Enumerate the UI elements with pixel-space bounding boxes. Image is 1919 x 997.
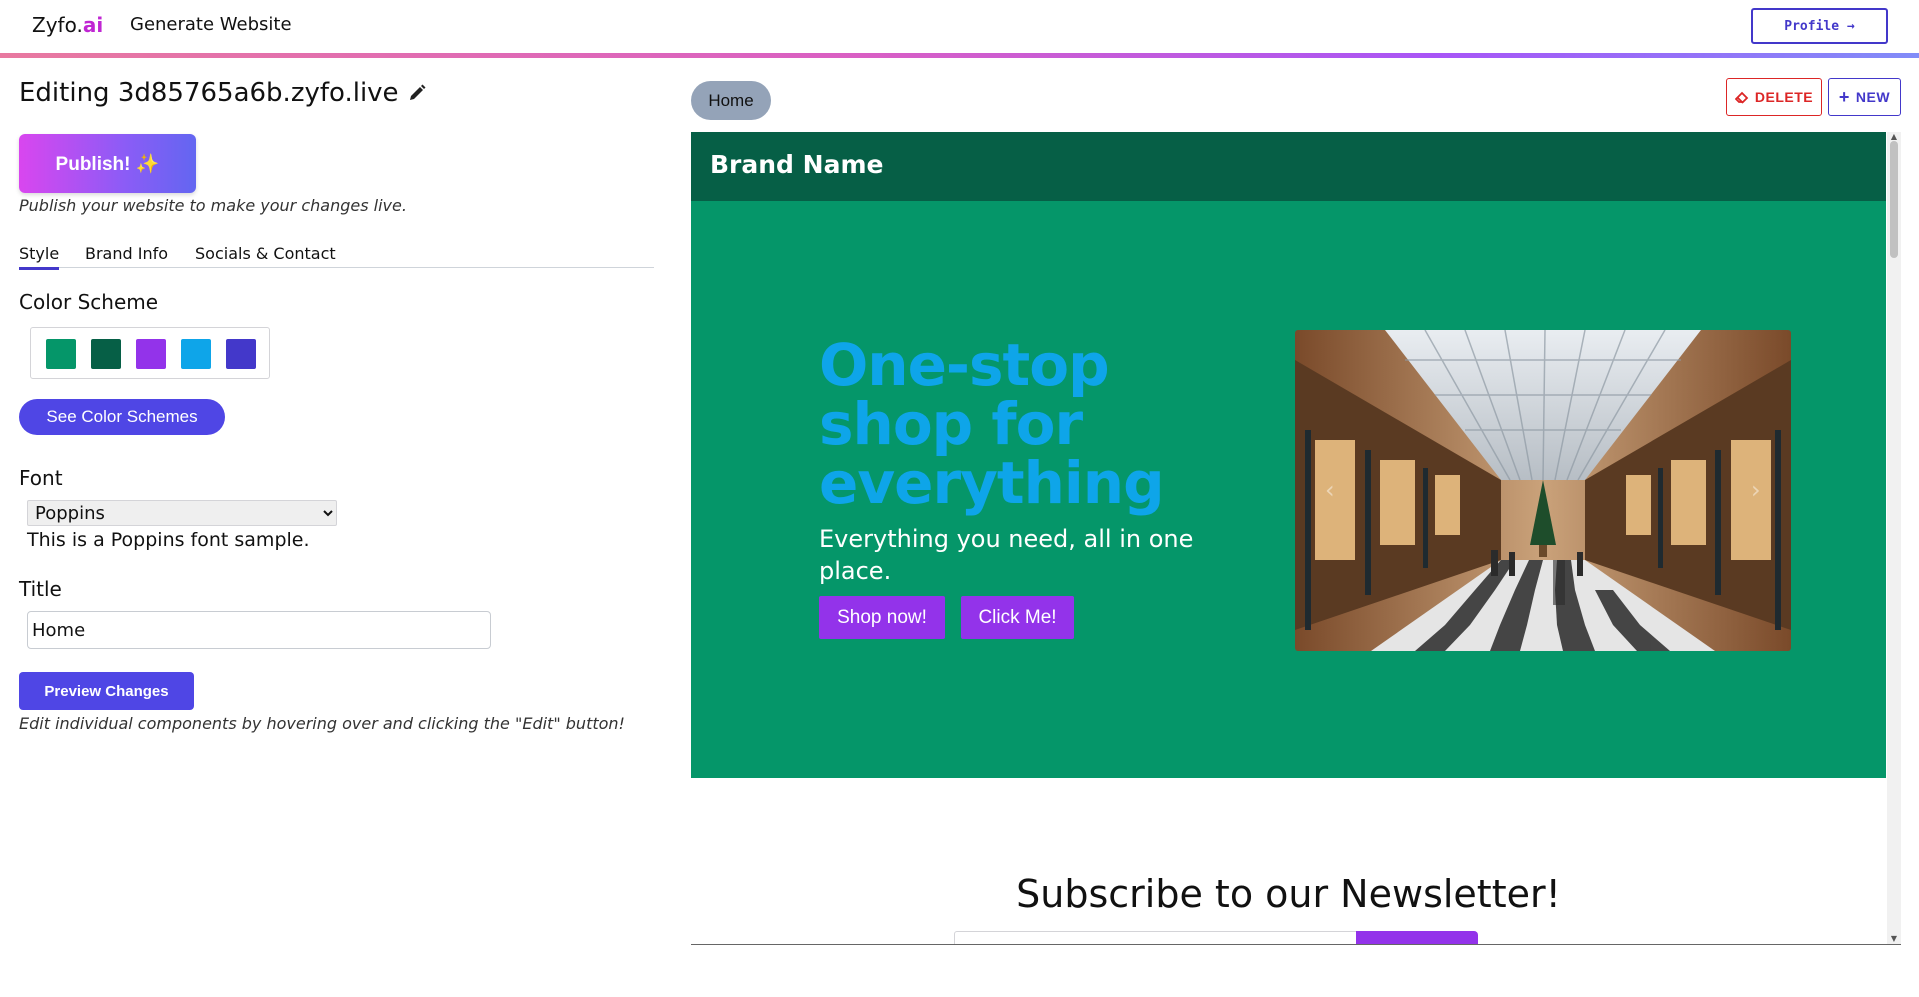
- color-swatch-primary[interactable]: [46, 339, 76, 369]
- font-label: Font: [19, 466, 63, 490]
- plus-icon: +: [1838, 87, 1850, 107]
- eraser-icon: [1734, 91, 1749, 104]
- editor-tabs: Style Brand Info Socials & Contact: [19, 244, 654, 270]
- editing-title: Editing 3d85765a6b.zyfo.live: [19, 78, 427, 108]
- delete-label: DELETE: [1754, 89, 1814, 105]
- newsletter-subscribe-button[interactable]: [1356, 931, 1478, 944]
- color-swatch-sky[interactable]: [181, 339, 211, 369]
- scrollbar-thumb[interactable]: [1890, 141, 1898, 258]
- nav-gradient-divider: [0, 53, 1919, 58]
- color-scheme-label: Color Scheme: [19, 290, 159, 314]
- font-sample-text: This is a Poppins font sample.: [27, 529, 310, 551]
- shopping-arcade-image: [1295, 330, 1791, 651]
- carousel-indicator-dot[interactable]: [1538, 790, 1545, 797]
- editing-domain-text: Editing 3d85765a6b.zyfo.live: [19, 78, 399, 108]
- pencil-icon[interactable]: [407, 83, 427, 103]
- see-color-schemes-button[interactable]: See Color Schemes: [19, 399, 225, 435]
- color-swatch-indigo[interactable]: [226, 339, 256, 369]
- color-swatch-dark[interactable]: [91, 339, 121, 369]
- preview-scrollbar[interactable]: ▲ ▼: [1887, 132, 1901, 944]
- newsletter-email-input[interactable]: [954, 931, 1358, 944]
- hero-title[interactable]: One-stop shop for everything: [819, 336, 1165, 513]
- profile-button[interactable]: Profile →: [1751, 8, 1888, 44]
- publish-hint: Publish your website to make your change…: [19, 196, 407, 215]
- font-select[interactable]: Poppins: [27, 500, 337, 526]
- delete-page-button[interactable]: DELETE: [1726, 78, 1822, 116]
- top-nav: Zyfo.ai Generate Website Profile →: [0, 0, 1919, 54]
- tab-brand-info[interactable]: Brand Info: [85, 244, 168, 267]
- tab-style[interactable]: Style: [19, 244, 60, 270]
- hero-image-carousel[interactable]: ‹ ›: [1295, 330, 1791, 651]
- carousel-prev-button[interactable]: ‹: [1325, 476, 1335, 504]
- preview-hint: Edit individual components by hovering o…: [19, 714, 625, 733]
- tab-socials-contact[interactable]: Socials & Contact: [195, 244, 336, 267]
- new-page-button[interactable]: + NEW: [1828, 78, 1901, 116]
- title-label: Title: [19, 577, 62, 601]
- zyfo-logo[interactable]: Zyfo.ai: [32, 13, 103, 37]
- website-preview-frame[interactable]: Brand Name One-stop shop for everything …: [691, 132, 1901, 945]
- click-me-button[interactable]: Click Me!: [961, 596, 1074, 639]
- site-brand-name[interactable]: Brand Name: [710, 150, 883, 179]
- color-scheme-swatches: [30, 327, 270, 379]
- hero-subtitle[interactable]: Everything you need, all in one place.: [819, 523, 1199, 587]
- generate-website-link[interactable]: Generate Website: [130, 14, 292, 35]
- shop-now-button[interactable]: Shop now!: [819, 596, 945, 639]
- title-input[interactable]: [27, 611, 491, 649]
- scroll-up-arrow[interactable]: ▲: [1887, 132, 1901, 141]
- newsletter-title[interactable]: Subscribe to our Newsletter!: [691, 872, 1886, 916]
- page-tab-home[interactable]: Home: [691, 81, 771, 120]
- carousel-next-button[interactable]: ›: [1751, 476, 1761, 504]
- new-label: NEW: [1855, 89, 1891, 105]
- preview-changes-button[interactable]: Preview Changes: [19, 672, 194, 710]
- color-swatch-purple[interactable]: [136, 339, 166, 369]
- scroll-down-arrow[interactable]: ▼: [1887, 934, 1901, 943]
- hero-section: One-stop shop for everything Everything …: [691, 201, 1886, 797]
- publish-button[interactable]: Publish! ✨: [19, 134, 196, 193]
- site-header: Brand Name: [691, 132, 1886, 201]
